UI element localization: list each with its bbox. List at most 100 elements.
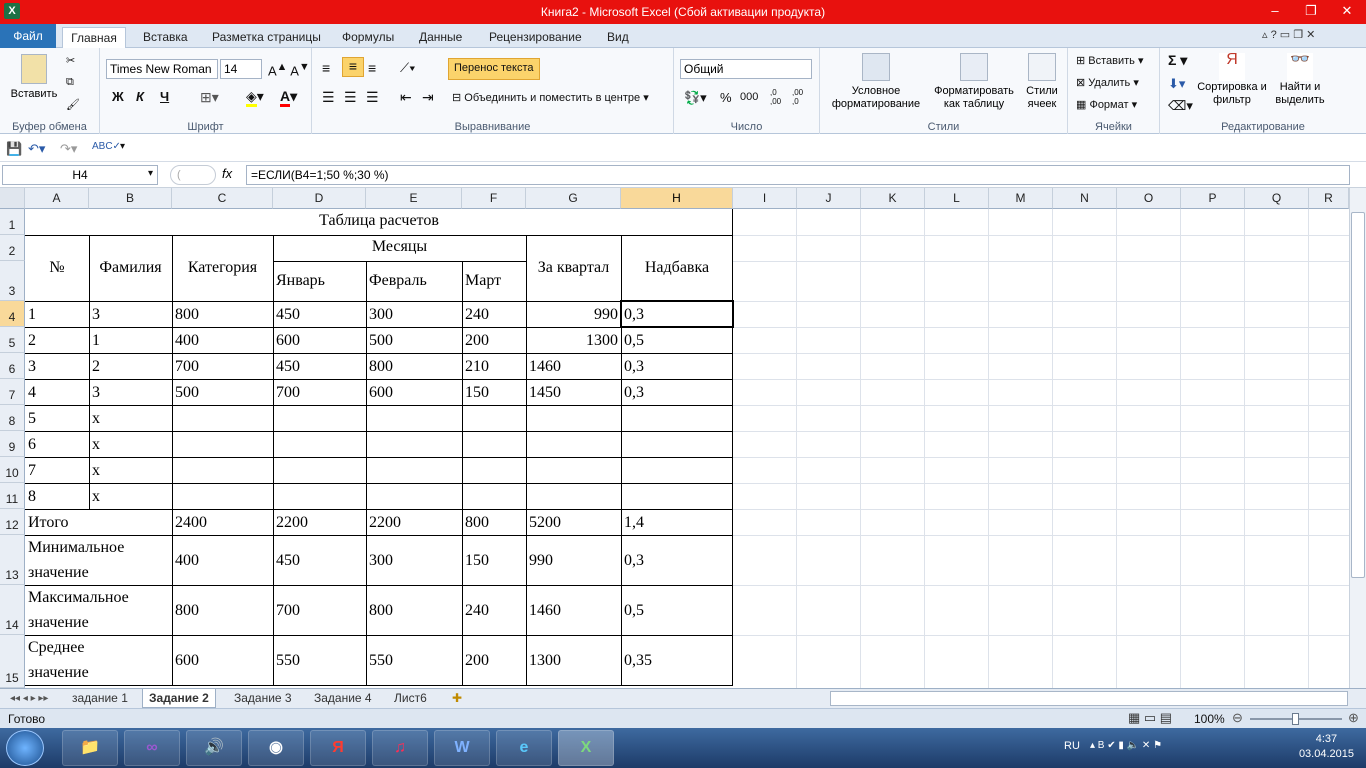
italic-button[interactable]: К — [136, 89, 144, 104]
save-icon[interactable]: 💾 — [6, 141, 22, 157]
delete-cells-button[interactable]: ⊠ Удалить ▾ — [1076, 76, 1139, 89]
header-number[interactable]: № — [25, 259, 89, 277]
align-bottom-icon[interactable]: ≡ — [368, 60, 376, 76]
customize-qat-icon[interactable]: ▾ — [120, 141, 125, 152]
table-cell[interactable]: 300 — [366, 306, 393, 324]
copy-icon[interactable]: ⧉ — [66, 76, 74, 89]
table-cell[interactable]: 450 — [273, 552, 300, 570]
new-sheet-icon[interactable]: ✚ — [446, 689, 468, 708]
column-header[interactable]: K — [861, 188, 925, 209]
speaker-app-icon[interactable]: 🔊 — [186, 730, 242, 766]
table-cell[interactable]: 3 — [89, 384, 100, 402]
row-header[interactable]: 4 — [0, 301, 25, 327]
internet-explorer-icon[interactable]: e — [496, 730, 552, 766]
table-cell[interactable]: 2200 — [273, 514, 308, 532]
table-cell[interactable]: 450 — [273, 358, 300, 376]
column-header[interactable]: A — [25, 188, 89, 209]
align-right-icon[interactable]: ☰ — [366, 89, 379, 106]
increase-indent-icon[interactable]: ⇥ — [422, 89, 434, 106]
row-header[interactable]: 12 — [0, 509, 25, 535]
table-cell[interactable]: 1450 — [526, 384, 561, 402]
row-header[interactable]: 3 — [0, 261, 25, 301]
table-cell[interactable]: 8 — [25, 488, 36, 506]
table-cell[interactable]: x — [89, 436, 100, 454]
row-header[interactable]: 1 — [0, 209, 25, 235]
column-header[interactable]: D — [273, 188, 366, 209]
tab-view[interactable]: Вид — [603, 27, 633, 48]
column-header[interactable]: H — [621, 188, 733, 209]
column-header[interactable]: J — [797, 188, 861, 209]
number-format-select[interactable]: Общий — [680, 59, 812, 79]
borders-icon[interactable]: ⊞▾ — [200, 89, 219, 106]
fill-icon[interactable]: ⬇▾ — [1168, 76, 1185, 92]
tab-data[interactable]: Данные — [415, 27, 466, 48]
spelling-icon[interactable]: ABC✓ — [92, 141, 121, 152]
table-cell[interactable]: 5 — [25, 410, 36, 428]
table-cell[interactable]: 1 — [25, 306, 36, 324]
formula-bar-buttons[interactable]: ( — [170, 165, 216, 185]
decrease-decimal-button[interactable]: ,00 ,0 — [792, 88, 810, 106]
header-category[interactable]: Категория — [172, 259, 273, 277]
table-cell[interactable]: 300 — [366, 552, 393, 570]
table-cell[interactable]: 150 — [462, 384, 489, 402]
header-january[interactable]: Январь — [273, 272, 325, 290]
underline-button[interactable]: Ч — [160, 89, 169, 104]
tab-file[interactable]: Файл — [0, 24, 56, 48]
thousands-button[interactable]: 000 — [740, 91, 758, 103]
table-cell[interactable]: 240 — [462, 602, 489, 620]
max-label-line1[interactable]: Максимальное — [25, 589, 129, 607]
row-header[interactable]: 11 — [0, 483, 25, 509]
table-cell[interactable]: 450 — [273, 306, 300, 324]
sheet-tab[interactable]: Задание 3 — [228, 689, 298, 708]
tab-formulas[interactable]: Формулы — [338, 27, 398, 48]
table-cell[interactable]: 400 — [172, 552, 199, 570]
table-cell[interactable]: 600 — [172, 652, 199, 670]
table-cell[interactable]: 0,3 — [621, 552, 644, 570]
table-cell[interactable]: 800 — [172, 602, 199, 620]
table-cell[interactable]: 700 — [273, 384, 300, 402]
table-cell[interactable]: 990 — [526, 306, 620, 324]
table-cell[interactable]: 200 — [462, 332, 489, 350]
close-icon[interactable]: ✕ — [1334, 2, 1360, 20]
table-cell[interactable]: 500 — [172, 384, 199, 402]
table-cell[interactable]: 0,5 — [621, 602, 644, 620]
table-cell[interactable]: 150 — [462, 552, 489, 570]
min-label-line2[interactable]: значение — [25, 564, 89, 582]
visual-studio-icon[interactable]: ∞ — [124, 730, 180, 766]
grow-font-icon[interactable]: A▲ A▼ — [268, 61, 310, 78]
table-cell[interactable]: 3 — [25, 358, 36, 376]
align-middle-icon[interactable]: ≡ — [342, 57, 364, 77]
chrome-icon[interactable]: ◉ — [248, 730, 304, 766]
table-cell[interactable]: 0,3 — [621, 384, 644, 402]
column-header[interactable]: N — [1053, 188, 1117, 209]
max-label-line2[interactable]: значение — [25, 614, 89, 632]
clear-icon[interactable]: ⌫▾ — [1168, 98, 1193, 114]
header-quarter[interactable]: За квартал — [526, 259, 621, 277]
tray-icons[interactable]: ▴ B ✔ ▮ 🔈 ✕ ⚑ — [1090, 740, 1162, 751]
start-button[interactable] — [6, 730, 44, 766]
language-indicator[interactable]: RU — [1064, 740, 1080, 752]
font-color-icon[interactable]: A▾ — [280, 88, 297, 107]
view-normal-icon[interactable]: ▦ ▭ ▤ — [1128, 710, 1172, 726]
insert-cells-button[interactable]: ⊞ Вставить ▾ — [1076, 54, 1144, 67]
table-cell[interactable]: 240 — [462, 306, 489, 324]
sort-filter-button[interactable]: Я Сортировка и фильтр — [1196, 52, 1268, 107]
table-cell[interactable]: 600 — [366, 384, 393, 402]
row-header[interactable]: 10 — [0, 457, 25, 483]
column-header[interactable]: B — [89, 188, 172, 209]
row-header[interactable]: 13 — [0, 535, 25, 585]
table-cell[interactable]: 700 — [172, 358, 199, 376]
column-header[interactable]: F — [462, 188, 526, 209]
formula-input[interactable]: =ЕСЛИ(B4=1;50 %;30 %) — [246, 165, 1350, 185]
total-label[interactable]: Итого — [25, 514, 69, 532]
table-cell[interactable]: 210 — [462, 358, 489, 376]
itunes-icon[interactable]: ♫ — [372, 730, 428, 766]
merge-center-button[interactable]: ⊟ Объединить и поместить в центре ▾ — [452, 91, 649, 104]
excel-taskbar-icon[interactable]: X — [558, 730, 614, 766]
table-cell[interactable]: 2400 — [172, 514, 207, 532]
wrap-text-button[interactable]: Перенос текста — [448, 58, 540, 80]
sheet-tab[interactable]: Лист6 — [388, 689, 433, 708]
table-cell[interactable]: 2 — [89, 358, 100, 376]
redo-icon[interactable]: ↷▾ — [60, 141, 77, 157]
table-cell[interactable]: 7 — [25, 462, 36, 480]
